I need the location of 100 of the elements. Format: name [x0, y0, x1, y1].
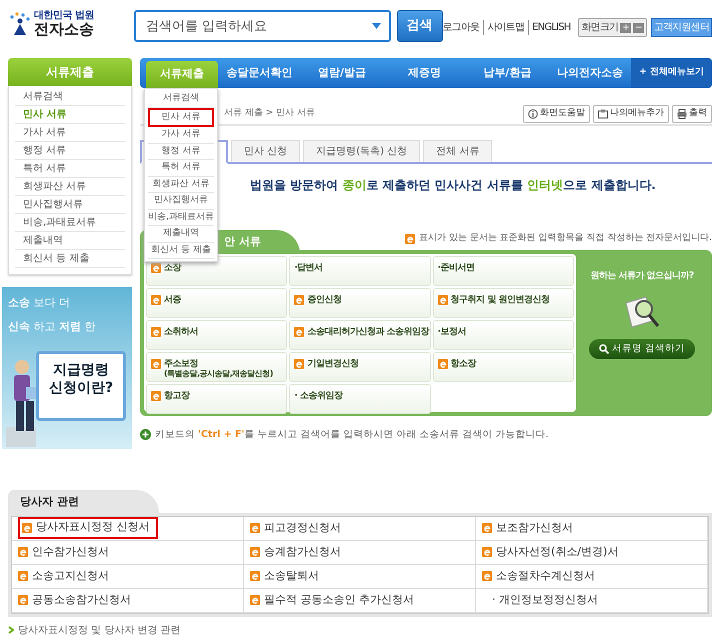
document-icon [438, 294, 448, 304]
dropdown-item[interactable]: 행정 서류 [148, 144, 214, 160]
all-menu-button[interactable]: + 전체메뉴보기 [631, 58, 712, 88]
toolbar-button[interactable]: 화면도움말 [523, 105, 590, 123]
search-box[interactable]: 검색어를 입력하세요 [134, 10, 391, 42]
document-link[interactable]: · 소송위임장 [289, 384, 431, 414]
nav-tab[interactable]: 나의전자소송 [548, 58, 632, 88]
dropdown-item[interactable]: 특허 서류 [148, 160, 214, 176]
document-link[interactable]: 주소보정 (특별송달,공시송달,재송달신청) [146, 352, 288, 382]
sidebar-item[interactable]: 특허 서류 [15, 160, 125, 178]
search-button[interactable]: 검색 [396, 10, 443, 42]
document-icon [294, 326, 304, 336]
zoom-out-button[interactable]: − [633, 22, 644, 32]
document-link[interactable]: 항고장 [146, 384, 288, 414]
toolbar-button[interactable]: 출력 [672, 105, 712, 123]
dropdown-item[interactable]: 회생파산 서류 [148, 176, 214, 193]
document-link[interactable]: 공동소송참가신청서 [18, 589, 131, 611]
document-link[interactable]: 소송대리허가신청과 소송위임장 [289, 320, 431, 350]
dropdown-item[interactable]: 가사 서류 [148, 127, 214, 144]
document-link[interactable]: 소송고지신청서 [18, 565, 109, 587]
top-link[interactable]: 사이트맵 [483, 20, 524, 35]
logo-title: 전자소송 [34, 21, 94, 38]
document-icon [18, 547, 28, 557]
sidebar-item[interactable]: 서류검색 [15, 88, 125, 106]
document-icon [294, 358, 304, 368]
font-size-label: 화면크기 [581, 21, 618, 35]
document-link[interactable]: · 개인정보정정신청서 [482, 589, 598, 611]
document-icon [151, 326, 161, 336]
breadcrumb: 서류 제출 > 민사 서류 [224, 107, 315, 120]
print-icon [677, 109, 687, 119]
sidebar-item[interactable]: 회생파산 서류 [15, 178, 125, 196]
document-link[interactable]: 보조참가신청서 [482, 517, 573, 539]
zoom-in-button[interactable]: + [620, 22, 632, 32]
sidebar-item[interactable]: 가사 서류 [15, 124, 125, 142]
toolbar-button[interactable]: 나의메뉴추가 [593, 105, 669, 123]
document-link[interactable]: 서증 [146, 288, 288, 318]
dropdown-item[interactable]: 회신서 등 제출 [148, 242, 214, 259]
font-size-control[interactable]: 화면크기 + − [578, 18, 647, 37]
content-tab[interactable]: 전체 서류 [423, 140, 492, 162]
document-link[interactable]: 당사자표시정정 신청서 [18, 517, 158, 539]
document-link[interactable]: 청구취지 및 원인변경신청 [432, 288, 574, 318]
banner-card-text: 지급명령 신청이란? [36, 351, 126, 421]
plus-circle-icon [140, 429, 151, 440]
document-link[interactable]: 소취하서 [146, 320, 288, 350]
sidebar-item[interactable]: 비송,과태료서류 [15, 214, 125, 232]
document-link[interactable]: 인수참가신청서 [18, 541, 109, 563]
intro-sentence: 법원을 방문하여 종이로 제출하던 민사사건 서류를 인터넷으로 제출합니다. [250, 177, 657, 194]
document-icon [438, 358, 448, 368]
document-link[interactable]: 증인신청 [289, 288, 431, 318]
logo-figure-icon [8, 12, 30, 36]
related-link[interactable]: 당사자표시정정 및 당사자 변경 관련 [18, 622, 181, 638]
dropdown-item[interactable]: 민사집행서류 [148, 193, 214, 210]
document-icon [22, 522, 32, 532]
dropdown-item[interactable]: 비송,과태료서류 [148, 210, 214, 226]
nav-tab[interactable]: 제증명 [383, 58, 466, 88]
document-icon [482, 547, 492, 557]
document-search-button[interactable]: 서류명 검색하기 [588, 339, 696, 360]
content-tab[interactable]: 지급명령(독촉) 신청 [303, 140, 420, 162]
document-icon [294, 294, 304, 304]
search-icon [598, 344, 609, 354]
promo-banner[interactable]: 소송 보다 더 신속 하고 저렴 한 지급명령 신청이란? [2, 287, 132, 449]
document-icon [405, 234, 416, 244]
nav-tab[interactable]: 열람/발급 [300, 58, 384, 88]
nav-tab[interactable]: 납부/환급 [466, 58, 549, 88]
top-link[interactable]: ENGLISH [528, 20, 570, 35]
document-link[interactable]: 승계참가신청서 [250, 541, 341, 563]
dropdown-item[interactable]: 서류검색 [148, 91, 214, 108]
info-icon [528, 109, 538, 119]
document-link[interactable]: 필수적 공동소송인 추가신청서 [250, 589, 414, 611]
document-icon [18, 571, 28, 581]
document-link[interactable]: ·답변서 [289, 256, 431, 286]
sidebar-item[interactable]: 민사집행서류 [15, 196, 125, 214]
document-link[interactable]: ·준비서면 [432, 256, 574, 286]
document-icon [18, 595, 28, 605]
document-link[interactable]: 소송탈퇴서 [250, 565, 319, 587]
logo-subtitle: 대한민국 법원 [34, 10, 94, 21]
document-icon [482, 523, 492, 533]
legend-text: 표시가 있는 문서는 표준화된 입력항목을 직접 작성하는 전자문서입니다. [419, 232, 712, 245]
document-icon [250, 547, 260, 557]
nav-tab[interactable]: 송달문서확인 [218, 58, 301, 88]
dropdown-item[interactable]: 제출내역 [148, 226, 214, 242]
document-link[interactable]: 소송절차수계신청서 [482, 565, 595, 587]
dropdown-item[interactable]: 민사 서류 [148, 108, 214, 127]
panel-question: 원하는 서류가 없으십니까? [589, 270, 695, 282]
document-link[interactable]: 당사자선정(취소/변경)서 [482, 541, 618, 563]
sidebar-item[interactable]: 행정 서류 [15, 142, 125, 160]
chevron-icon [8, 626, 14, 634]
document-link[interactable]: ·보정서 [432, 320, 574, 350]
sidebar-item[interactable]: 제출내역 [15, 232, 125, 250]
document-icon [151, 294, 161, 304]
sidebar-title: 서류제출 [8, 58, 132, 86]
search-hint: 키보드의 'Ctrl + F'를 누르시고 검색어를 입력하시면 아래 소송서류 검색이 가능합니다. [155, 428, 549, 442]
content-tab[interactable]: 민사 신청 [231, 140, 300, 162]
sidebar-item[interactable]: 회신서 등 제출 [15, 250, 125, 268]
document-link[interactable]: 피고경정신청서 [250, 517, 341, 539]
document-icon [151, 358, 161, 368]
document-link[interactable]: 항소장 [432, 352, 574, 382]
folder-icon [598, 109, 608, 119]
top-link[interactable]: 로그아웃 [442, 20, 480, 35]
document-link[interactable]: 기일변경신청 [289, 352, 431, 382]
